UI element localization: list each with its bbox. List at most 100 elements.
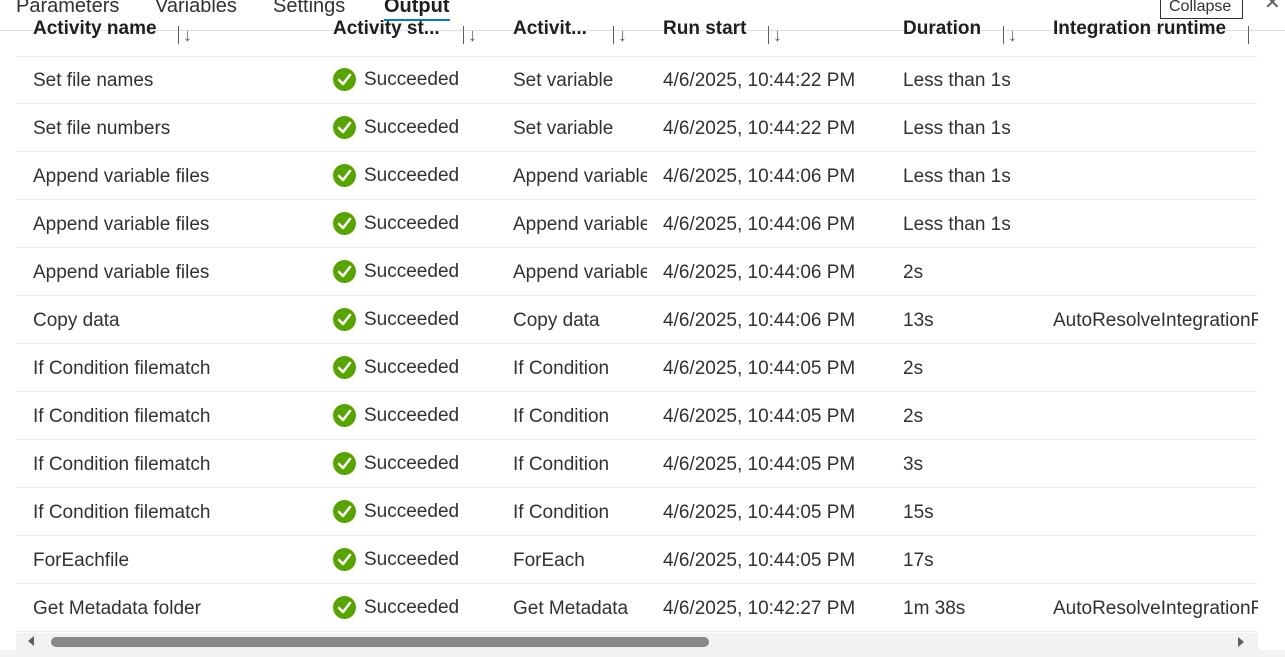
cell-activity-name: If Condition filematch [33, 454, 211, 475]
status-cell: Succeeded [333, 344, 503, 391]
table-header: Activity name ↓ Activity st... ↓ Activit… [16, 12, 1258, 57]
cell-run-start: 4/6/2025, 10:44:06 PM [663, 262, 856, 283]
table-row[interactable]: If Condition filematch Succeeded If Condit… [16, 440, 1258, 488]
cell-activity-name: Append variable files [33, 214, 210, 235]
cell-activity-name: Append variable files [33, 166, 210, 187]
check-circle-icon [333, 260, 356, 283]
cell-activity-name: ForEachfile [33, 550, 130, 571]
status-text: Succeeded [364, 453, 460, 474]
cell-activity-type: Set variable [513, 118, 614, 139]
status-cell: Succeeded [333, 488, 503, 535]
cell-activity-type: If Condition [513, 454, 610, 475]
status-cell: Succeeded [333, 440, 503, 487]
table-row[interactable]: Set file numbers Succeeded Set variable 4/6… [16, 104, 1258, 152]
cell-integration-runtime: AutoResolveIntegrationRuntime [1053, 598, 1258, 619]
column-header-integration-runtime[interactable]: Integration runtime [1053, 18, 1243, 40]
scroll-left-arrow-icon[interactable] [28, 636, 34, 646]
check-circle-icon [333, 548, 356, 571]
cell-activity-name: Append variable files [33, 262, 210, 283]
table-row[interactable]: Set file names Succeeded Set variable 4/6/2… [16, 56, 1258, 104]
cell-integration-runtime [1053, 152, 1258, 199]
status-cell: Succeeded [333, 248, 503, 295]
cell-run-start: 4/6/2025, 10:44:06 PM [663, 166, 856, 187]
status-cell: Succeeded [333, 536, 503, 583]
cell-integration-runtime [1053, 392, 1258, 439]
cell-run-start: 4/6/2025, 10:42:27 PM [663, 598, 856, 619]
cell-integration-runtime [1053, 104, 1258, 151]
table-row[interactable]: If Condition filematch Succeeded If Condit… [16, 488, 1258, 536]
cell-duration: Less than 1s [903, 214, 1011, 235]
sort-icon[interactable]: ↓ [1003, 25, 1017, 46]
cell-duration: 2s [903, 262, 924, 283]
horizontal-scrollbar[interactable] [16, 633, 1258, 650]
cell-activity-type: If Condition [513, 406, 610, 427]
cell-run-start: 4/6/2025, 10:44:22 PM [663, 118, 856, 139]
cell-activity-type: Get Metadata [513, 598, 629, 619]
cell-integration-runtime [1053, 440, 1258, 487]
status-cell: Succeeded [333, 152, 503, 199]
cell-activity-type: ForEach [513, 550, 585, 571]
cell-duration: 15s [903, 502, 934, 523]
status-text: Succeeded [364, 597, 460, 618]
sort-icon[interactable]: ↓ [768, 25, 782, 46]
activity-runs-table: Set file names Succeeded Set variable 4/6/2… [16, 56, 1258, 632]
status-text: Succeeded [364, 69, 460, 90]
status-cell: Succeeded [333, 392, 503, 439]
cell-activity-type: Copy data [513, 310, 600, 331]
cell-duration: Less than 1s [903, 166, 1011, 187]
check-circle-icon [333, 452, 356, 475]
sort-icon[interactable]: ↓ [463, 25, 477, 46]
cell-duration: Less than 1s [903, 70, 1011, 91]
cell-activity-type: Append variable [513, 214, 647, 235]
table-row[interactable]: Append variable files Succeeded Append var… [16, 200, 1258, 248]
cell-run-start: 4/6/2025, 10:44:22 PM [663, 70, 856, 91]
status-text: Succeeded [364, 261, 460, 282]
check-circle-icon [333, 500, 356, 523]
scrollbar-thumb[interactable] [51, 637, 709, 647]
status-text: Succeeded [364, 117, 460, 138]
cell-run-start: 4/6/2025, 10:44:05 PM [663, 358, 856, 379]
status-text: Succeeded [364, 501, 460, 522]
cell-duration: 2s [903, 358, 924, 379]
cell-duration: Less than 1s [903, 118, 1011, 139]
cell-activity-name: Set file names [33, 70, 154, 91]
sort-icon[interactable]: ↓ [613, 25, 627, 46]
cell-activity-name: Get Metadata folder [33, 598, 201, 619]
table-row[interactable]: If Condition filematch Succeeded If Condit… [16, 392, 1258, 440]
table-row[interactable]: Get Metadata folder Succeeded Get Metadata… [16, 584, 1258, 632]
cell-activity-type: Append variable [513, 166, 647, 187]
column-header-run-start[interactable]: Run start [663, 18, 773, 40]
sort-icon[interactable]: ↓ [178, 25, 192, 46]
cell-activity-name: If Condition filematch [33, 502, 211, 523]
scroll-right-arrow-icon[interactable] [1238, 637, 1244, 647]
cell-run-start: 4/6/2025, 10:44:05 PM [663, 454, 856, 475]
column-header-activity-type[interactable]: Activit... [513, 18, 603, 40]
cell-activity-name: Set file numbers [33, 118, 171, 139]
status-text: Succeeded [364, 549, 460, 570]
cell-activity-name: Copy data [33, 310, 120, 331]
status-text: Succeeded [364, 309, 460, 330]
status-text: Succeeded [364, 405, 460, 426]
cell-activity-type: Set variable [513, 70, 614, 91]
table-row[interactable]: ForEachfile Succeeded ForEach 4/6/2025, 10:… [16, 536, 1258, 584]
cell-run-start: 4/6/2025, 10:44:05 PM [663, 550, 856, 571]
table-row[interactable]: Append variable files Succeeded Append var… [16, 152, 1258, 200]
check-circle-icon [333, 116, 356, 139]
cell-integration-runtime: AutoResolveIntegrationRuntime [1053, 310, 1258, 331]
cell-duration: 17s [903, 550, 934, 571]
cell-integration-runtime [1053, 200, 1258, 247]
column-header-duration[interactable]: Duration [903, 18, 1003, 40]
cell-activity-name: If Condition filematch [33, 358, 211, 379]
status-cell: Succeeded [333, 56, 503, 103]
cell-run-start: 4/6/2025, 10:44:06 PM [663, 214, 856, 235]
close-icon[interactable]: ✕ [1264, 0, 1281, 15]
cell-run-start: 4/6/2025, 10:44:06 PM [663, 310, 856, 331]
table-row[interactable]: Append variable files Succeeded Append var… [16, 248, 1258, 296]
sort-icon[interactable] [1248, 25, 1253, 46]
column-header-activity-name[interactable]: Activity name [33, 18, 183, 40]
table-row[interactable]: Copy data Succeeded Copy data 4/6/2025, 10:… [16, 296, 1258, 344]
column-header-activity-status[interactable]: Activity st... [333, 18, 453, 40]
status-cell: Succeeded [333, 584, 503, 631]
cell-duration: 1m 38s [903, 598, 966, 619]
table-row[interactable]: If Condition filematch Succeeded If Condit… [16, 344, 1258, 392]
